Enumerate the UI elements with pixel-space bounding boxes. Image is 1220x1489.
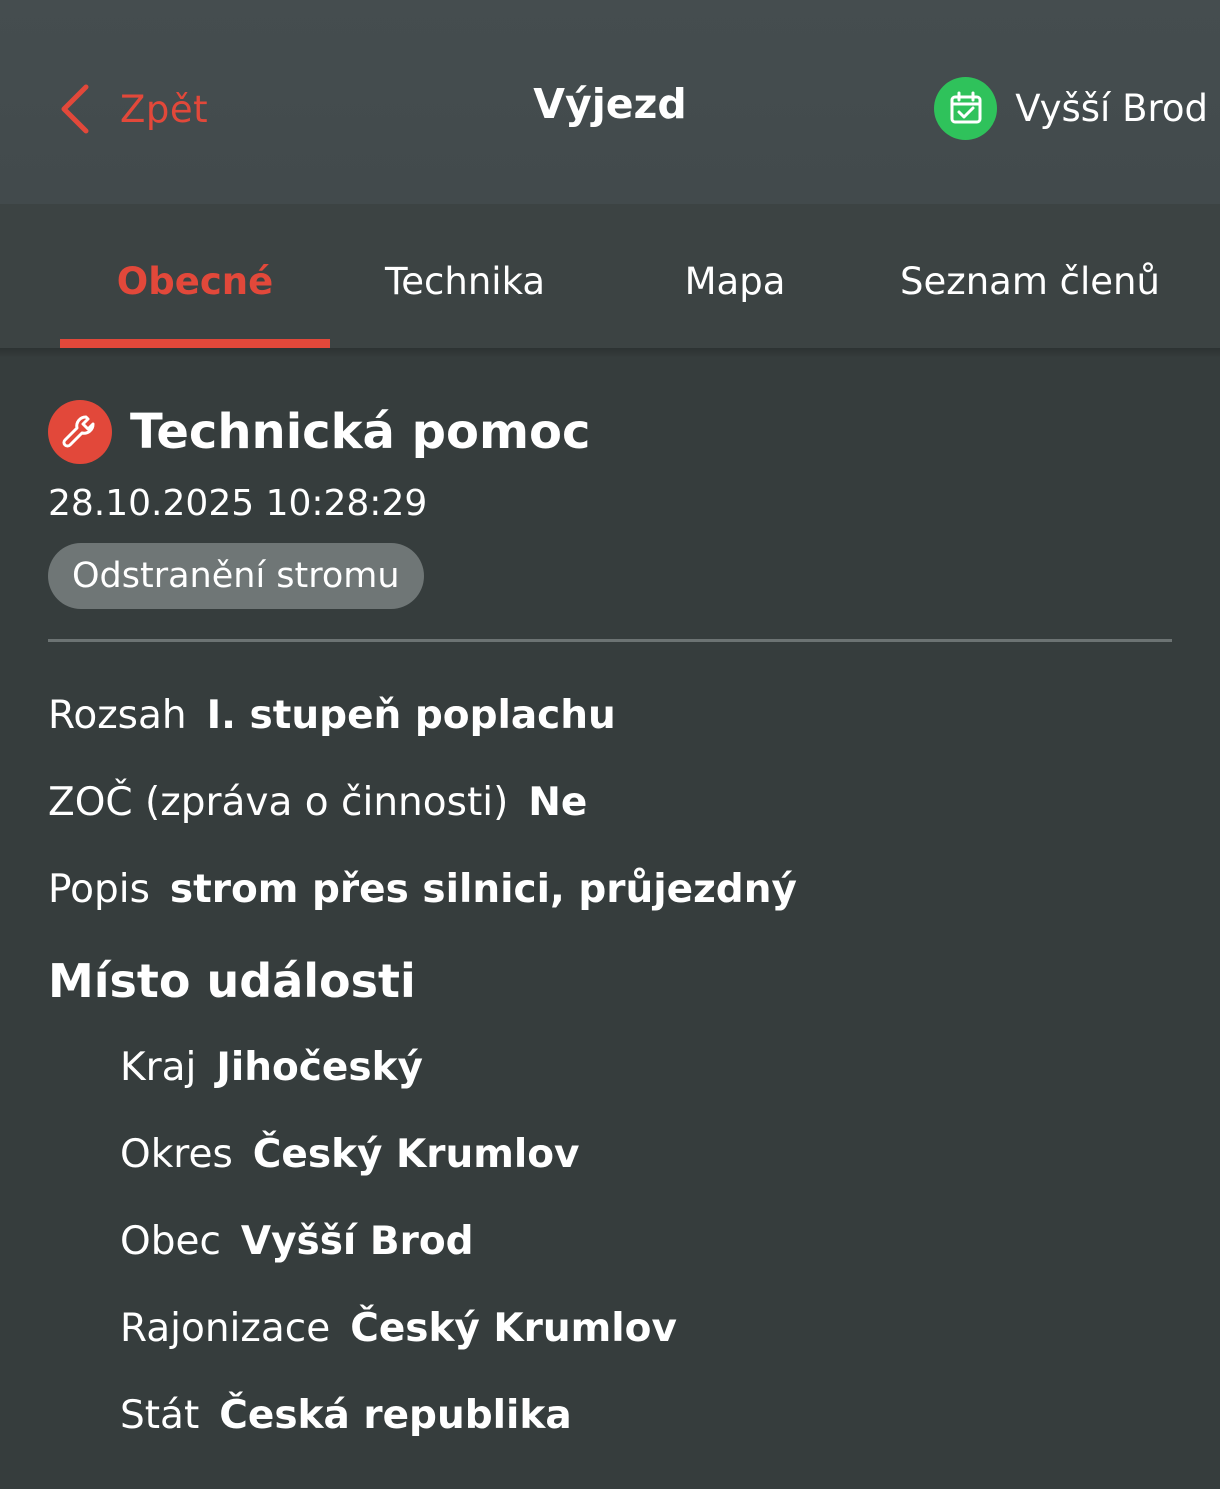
wrench-icon	[48, 400, 112, 464]
tab-bar: Obecné Technika Mapa Seznam členů	[0, 204, 1220, 348]
incident-header: Technická pomoc	[48, 396, 1172, 468]
location-row-rajonizace: Rajonizace Český Krumlov	[48, 1303, 1172, 1355]
detail-label: ZOČ (zpráva o činnosti)	[48, 780, 509, 825]
location-value: Vyšší Brod	[240, 1219, 474, 1264]
top-bar: Zpět Výjezd Vyšší Brod	[0, 0, 1220, 204]
incident-type-badge: Odstranění stromu	[48, 543, 424, 609]
unit-name: Vyšší Brod	[1015, 86, 1208, 130]
detail-value: I. stupeň poplachu	[206, 693, 616, 738]
incident-timestamp: 28.10.2025 10:28:29	[48, 483, 428, 524]
location-label: Okres	[120, 1132, 233, 1177]
location-row-okres: Okres Český Krumlov	[48, 1129, 1172, 1181]
location-label: Obec	[120, 1219, 221, 1264]
detail-row-rozsah: Rozsah I. stupeň poplachu	[48, 690, 1172, 742]
location-row-obec: Obec Vyšší Brod	[48, 1216, 1172, 1268]
unit-selector[interactable]: Vyšší Brod	[934, 76, 1208, 140]
location-value: Jihočeský	[216, 1045, 423, 1090]
detail-row-zoc: ZOČ (zpráva o činnosti) Ne	[48, 777, 1172, 829]
location-value: Česká republika	[219, 1393, 572, 1438]
divider	[48, 639, 1172, 642]
location-section-title: Místo události	[48, 954, 416, 1008]
tab-technika[interactable]: Technika	[340, 252, 590, 312]
incident-detail: Technická pomoc 28.10.2025 10:28:29 Odst…	[48, 396, 1172, 1442]
calendar-check-icon	[934, 76, 998, 140]
active-tab-indicator	[60, 339, 330, 348]
detail-value: strom přes silnici, průjezdný	[169, 867, 797, 912]
location-value: Český Krumlov	[252, 1132, 580, 1177]
detail-value: Ne	[528, 780, 588, 825]
location-label: Stát	[120, 1393, 200, 1438]
location-label: Rajonizace	[120, 1306, 331, 1351]
detail-label: Popis	[48, 867, 150, 912]
tab-bar-shadow	[0, 348, 1220, 358]
tab-seznam-clenu[interactable]: Seznam členů	[880, 252, 1180, 312]
tab-mapa[interactable]: Mapa	[620, 252, 850, 312]
location-value: Český Krumlov	[350, 1306, 677, 1351]
detail-label: Rozsah	[48, 693, 187, 738]
location-list: Kraj Jihočeský Okres Český Krumlov Obec Vyš…	[48, 1042, 1172, 1442]
detail-row-popis: Popis strom přes silnici, průjezdný	[48, 864, 1172, 916]
tab-obecne[interactable]: Obecné	[60, 252, 330, 312]
location-row-kraj: Kraj Jihočeský	[48, 1042, 1172, 1094]
location-label: Kraj	[120, 1045, 197, 1090]
location-row-stat: Stát Česká republika	[48, 1390, 1172, 1442]
incident-title: Technická pomoc	[130, 404, 591, 460]
